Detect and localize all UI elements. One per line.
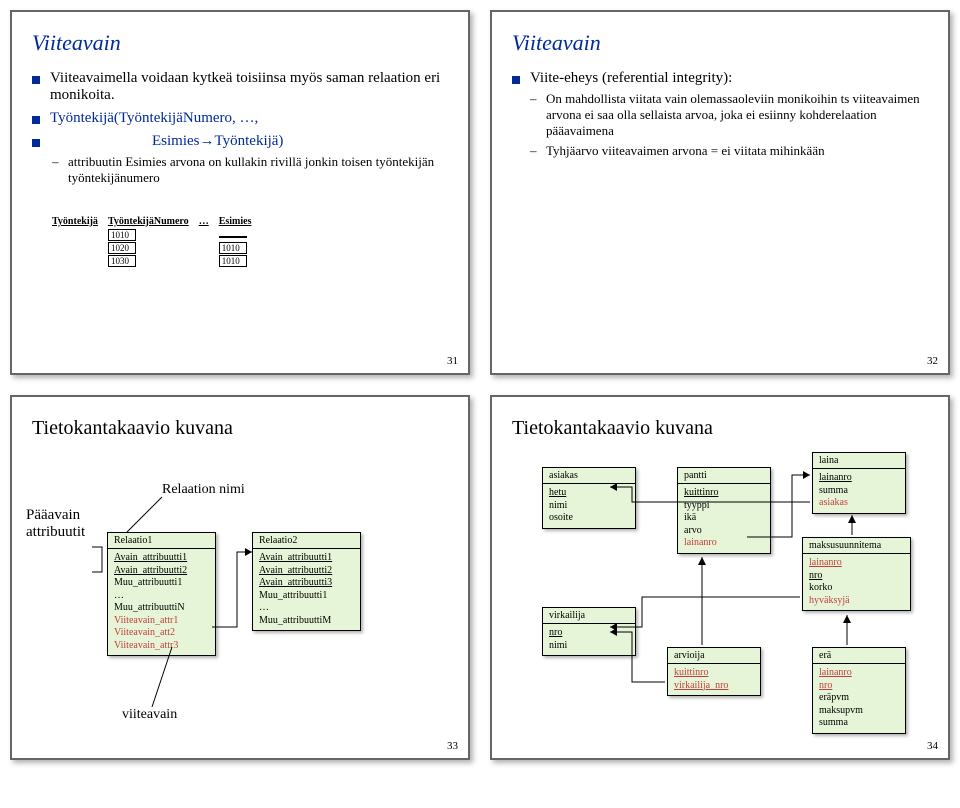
attr: Avain_attribuutti1 [259, 552, 354, 565]
connector-lines [12, 397, 470, 760]
sub-item: Tyhjäarvo viiteavaimen arvona = ei viita… [530, 143, 928, 159]
cell: 1010 [219, 242, 247, 254]
slide-33: Tietokantakaavio kuvana Pääavain attribu… [10, 395, 470, 760]
slide-title: Viiteavain [512, 30, 928, 56]
attr: Muu_attribuuttiM [259, 615, 354, 628]
slide-31: Viiteavain Viiteavaimella voidaan kytkeä… [10, 10, 470, 375]
cell [219, 236, 247, 238]
attr: Muu_attribuuttiN [114, 602, 209, 615]
erbox-laina: laina lainanro summa asiakas [812, 452, 906, 514]
col-header: TyöntekijäNumero [108, 216, 199, 229]
attr: … [259, 602, 354, 615]
page-number: 32 [927, 355, 938, 367]
diagram-title: Tietokantakaavio kuvana [512, 417, 928, 440]
label-paaavain: Pääavain attribuutit [26, 507, 85, 541]
er-title: virkailija [543, 608, 635, 624]
attr: kuittinro [674, 667, 754, 680]
attr: summa [819, 717, 899, 730]
bullet-item: Työntekijä(TyöntekijäNumero, …, [32, 110, 448, 127]
slide-title: Viiteavain [32, 30, 448, 56]
cell: 1030 [108, 255, 136, 267]
attr: eräpvm [819, 692, 899, 705]
bullet-text: Viite-eheys (referential integrity): [530, 70, 732, 86]
attr: Avain_attribuutti1 [114, 552, 209, 565]
attr: asiakas [819, 497, 899, 510]
attr: ikä [684, 512, 764, 525]
attr: nimi [549, 500, 629, 513]
diagram-title: Tietokantakaavio kuvana [32, 417, 448, 440]
attr: Avain_attribuutti2 [259, 565, 354, 578]
attr: Viiteavain_attr3 [114, 640, 209, 653]
er-title: laina [813, 453, 905, 469]
attr: summa [819, 485, 899, 498]
code-line: Esimies→Työntekijä) [152, 133, 283, 149]
attr: kuittinro [684, 487, 764, 500]
erbox-virkailija: virkailija nro nimi [542, 607, 636, 656]
attr: nro [819, 680, 899, 693]
attr: Avain_attribuutti2 [114, 565, 209, 578]
page-number: 31 [447, 355, 458, 367]
attr: lainanro [684, 537, 764, 550]
bullet-list: Viite-eheys (referential integrity): On … [512, 70, 928, 159]
attr: arvo [684, 525, 764, 538]
er-title: Relaatio2 [253, 533, 360, 549]
sub-item: On mahdollista viitata vain olemassaolev… [530, 91, 928, 139]
attr: korko [809, 582, 904, 595]
slide-32: Viiteavain Viite-eheys (referential inte… [490, 10, 950, 375]
attr: nro [809, 570, 904, 583]
attr: lainanro [809, 557, 904, 570]
attr: Viiteavain_att2 [114, 627, 209, 640]
cell: 1020 [108, 242, 136, 254]
bullet-item: Viite-eheys (referential integrity): On … [512, 70, 928, 159]
erbox-relaatio1: Relaatio1 Avain_attribuutti1 Avain_attri… [107, 532, 216, 656]
label-relaation-nimi: Relaation nimi [162, 482, 245, 498]
attr: hyväksyjä [809, 595, 904, 608]
page-number: 33 [447, 740, 458, 752]
bullet-item: Esimies→Työntekijä) attribuutin Esimies … [32, 133, 448, 186]
attr: virkailija_nro [674, 680, 754, 693]
attr: lainanro [819, 667, 899, 680]
page-number: 34 [927, 740, 938, 752]
code-line: Työntekijä(TyöntekijäNumero, …, [50, 110, 258, 126]
erbox-pantti: pantti kuittinro tyyppi ikä arvo lainanr… [677, 467, 771, 554]
er-title: maksusuunnitema [803, 538, 910, 554]
attr: lainanro [819, 472, 899, 485]
slide-34: Tietokantakaavio kuvana asiakas hetu nim… [490, 395, 950, 760]
col-header: … [199, 216, 219, 229]
er-title: asiakas [543, 468, 635, 484]
attr: nimi [549, 640, 629, 653]
er-title: erä [813, 648, 905, 664]
employee-table: Työntekijä TyöntekijäNumero … Esimies 10… [52, 216, 261, 268]
sub-item: attribuutin Esimies arvona on kullakin r… [52, 154, 448, 186]
attr: nro [549, 627, 629, 640]
attr: hetu [549, 487, 629, 500]
erbox-maksusuunnitelma: maksusuunnitema lainanro nro korko hyväk… [802, 537, 911, 611]
erbox-arvioija: arvioija kuittinro virkailija_nro [667, 647, 761, 696]
attr: Avain_attribuutti3 [259, 577, 354, 590]
erbox-relaatio2: Relaatio2 Avain_attribuutti1 Avain_attri… [252, 532, 361, 631]
col-header: Esimies [219, 216, 262, 229]
bullet-list: Viiteavaimella voidaan kytkeä toisiinsa … [32, 70, 448, 186]
attr: … [114, 590, 209, 603]
erbox-asiakas: asiakas hetu nimi osoite [542, 467, 636, 529]
attr: Viiteavain_attr1 [114, 615, 209, 628]
er-title: arvioija [668, 648, 760, 664]
col-header: Työntekijä [52, 216, 108, 229]
cell: 1010 [219, 255, 247, 267]
bullet-item: Viiteavaimella voidaan kytkeä toisiinsa … [32, 70, 448, 104]
label-viiteavain: viiteavain [122, 707, 177, 723]
attr: maksupvm [819, 705, 899, 718]
er-title: pantti [678, 468, 770, 484]
attr: Muu_attribuutti1 [114, 577, 209, 590]
cell: 1010 [108, 229, 136, 241]
attr: tyyppi [684, 500, 764, 513]
erbox-era: erä lainanro nro eräpvm maksupvm summa [812, 647, 906, 734]
er-title: Relaatio1 [108, 533, 215, 549]
attr: osoite [549, 512, 629, 525]
attr: Muu_attribuutti1 [259, 590, 354, 603]
